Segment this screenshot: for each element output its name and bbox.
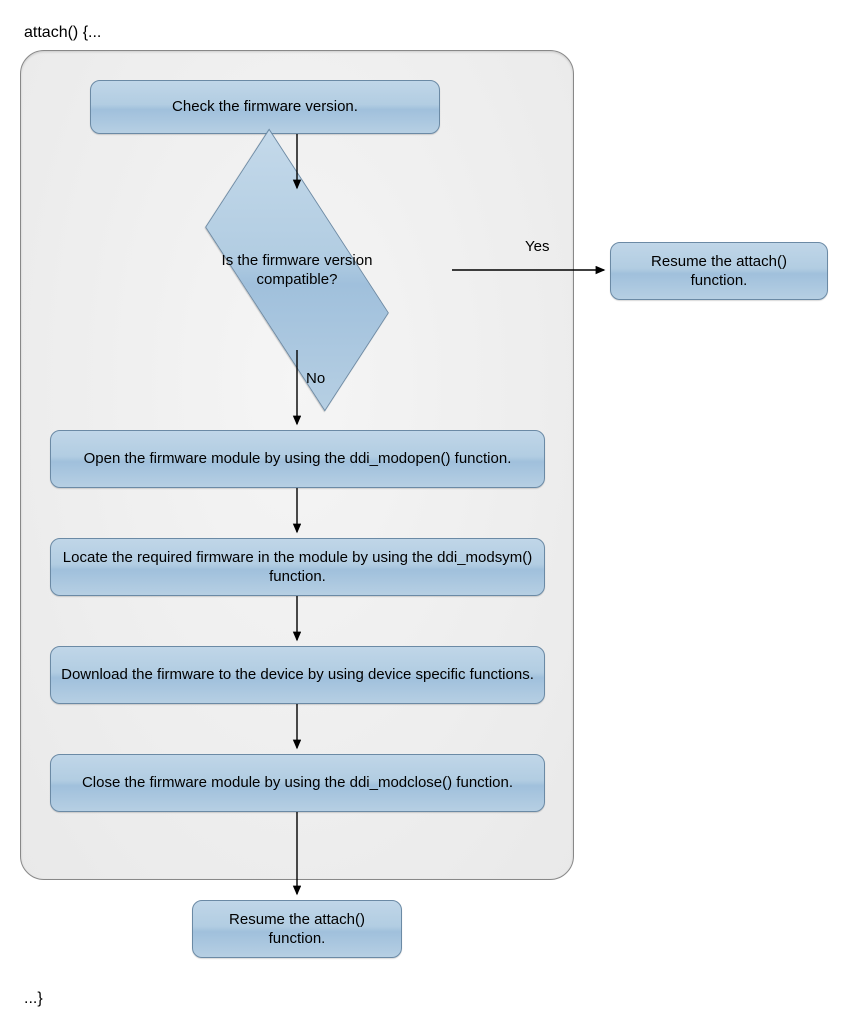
flowchart-canvas: Check the firmware version. Is the firmw… (20, 50, 844, 980)
node-close-module: Close the firmware module by using the d… (50, 754, 545, 812)
node-open-module: Open the firmware module by using the dd… (50, 430, 545, 488)
node-decision-compatible: Is the firmware version compatible? (142, 190, 452, 350)
edge-label-no: No (306, 370, 325, 387)
node-download-firmware: Download the firmware to the device by u… (50, 646, 545, 704)
decision-label: Is the firmware version compatible? (142, 190, 452, 350)
edge-label-yes: Yes (525, 238, 549, 255)
node-locate-firmware: Locate the required firmware in the modu… (50, 538, 545, 596)
node-check-firmware: Check the firmware version. (90, 80, 440, 134)
code-footer: ...} (24, 990, 844, 1008)
code-header: attach() {... (24, 24, 844, 42)
node-resume-yes: Resume the attach() function. (610, 242, 828, 300)
node-resume-end: Resume the attach() function. (192, 900, 402, 958)
